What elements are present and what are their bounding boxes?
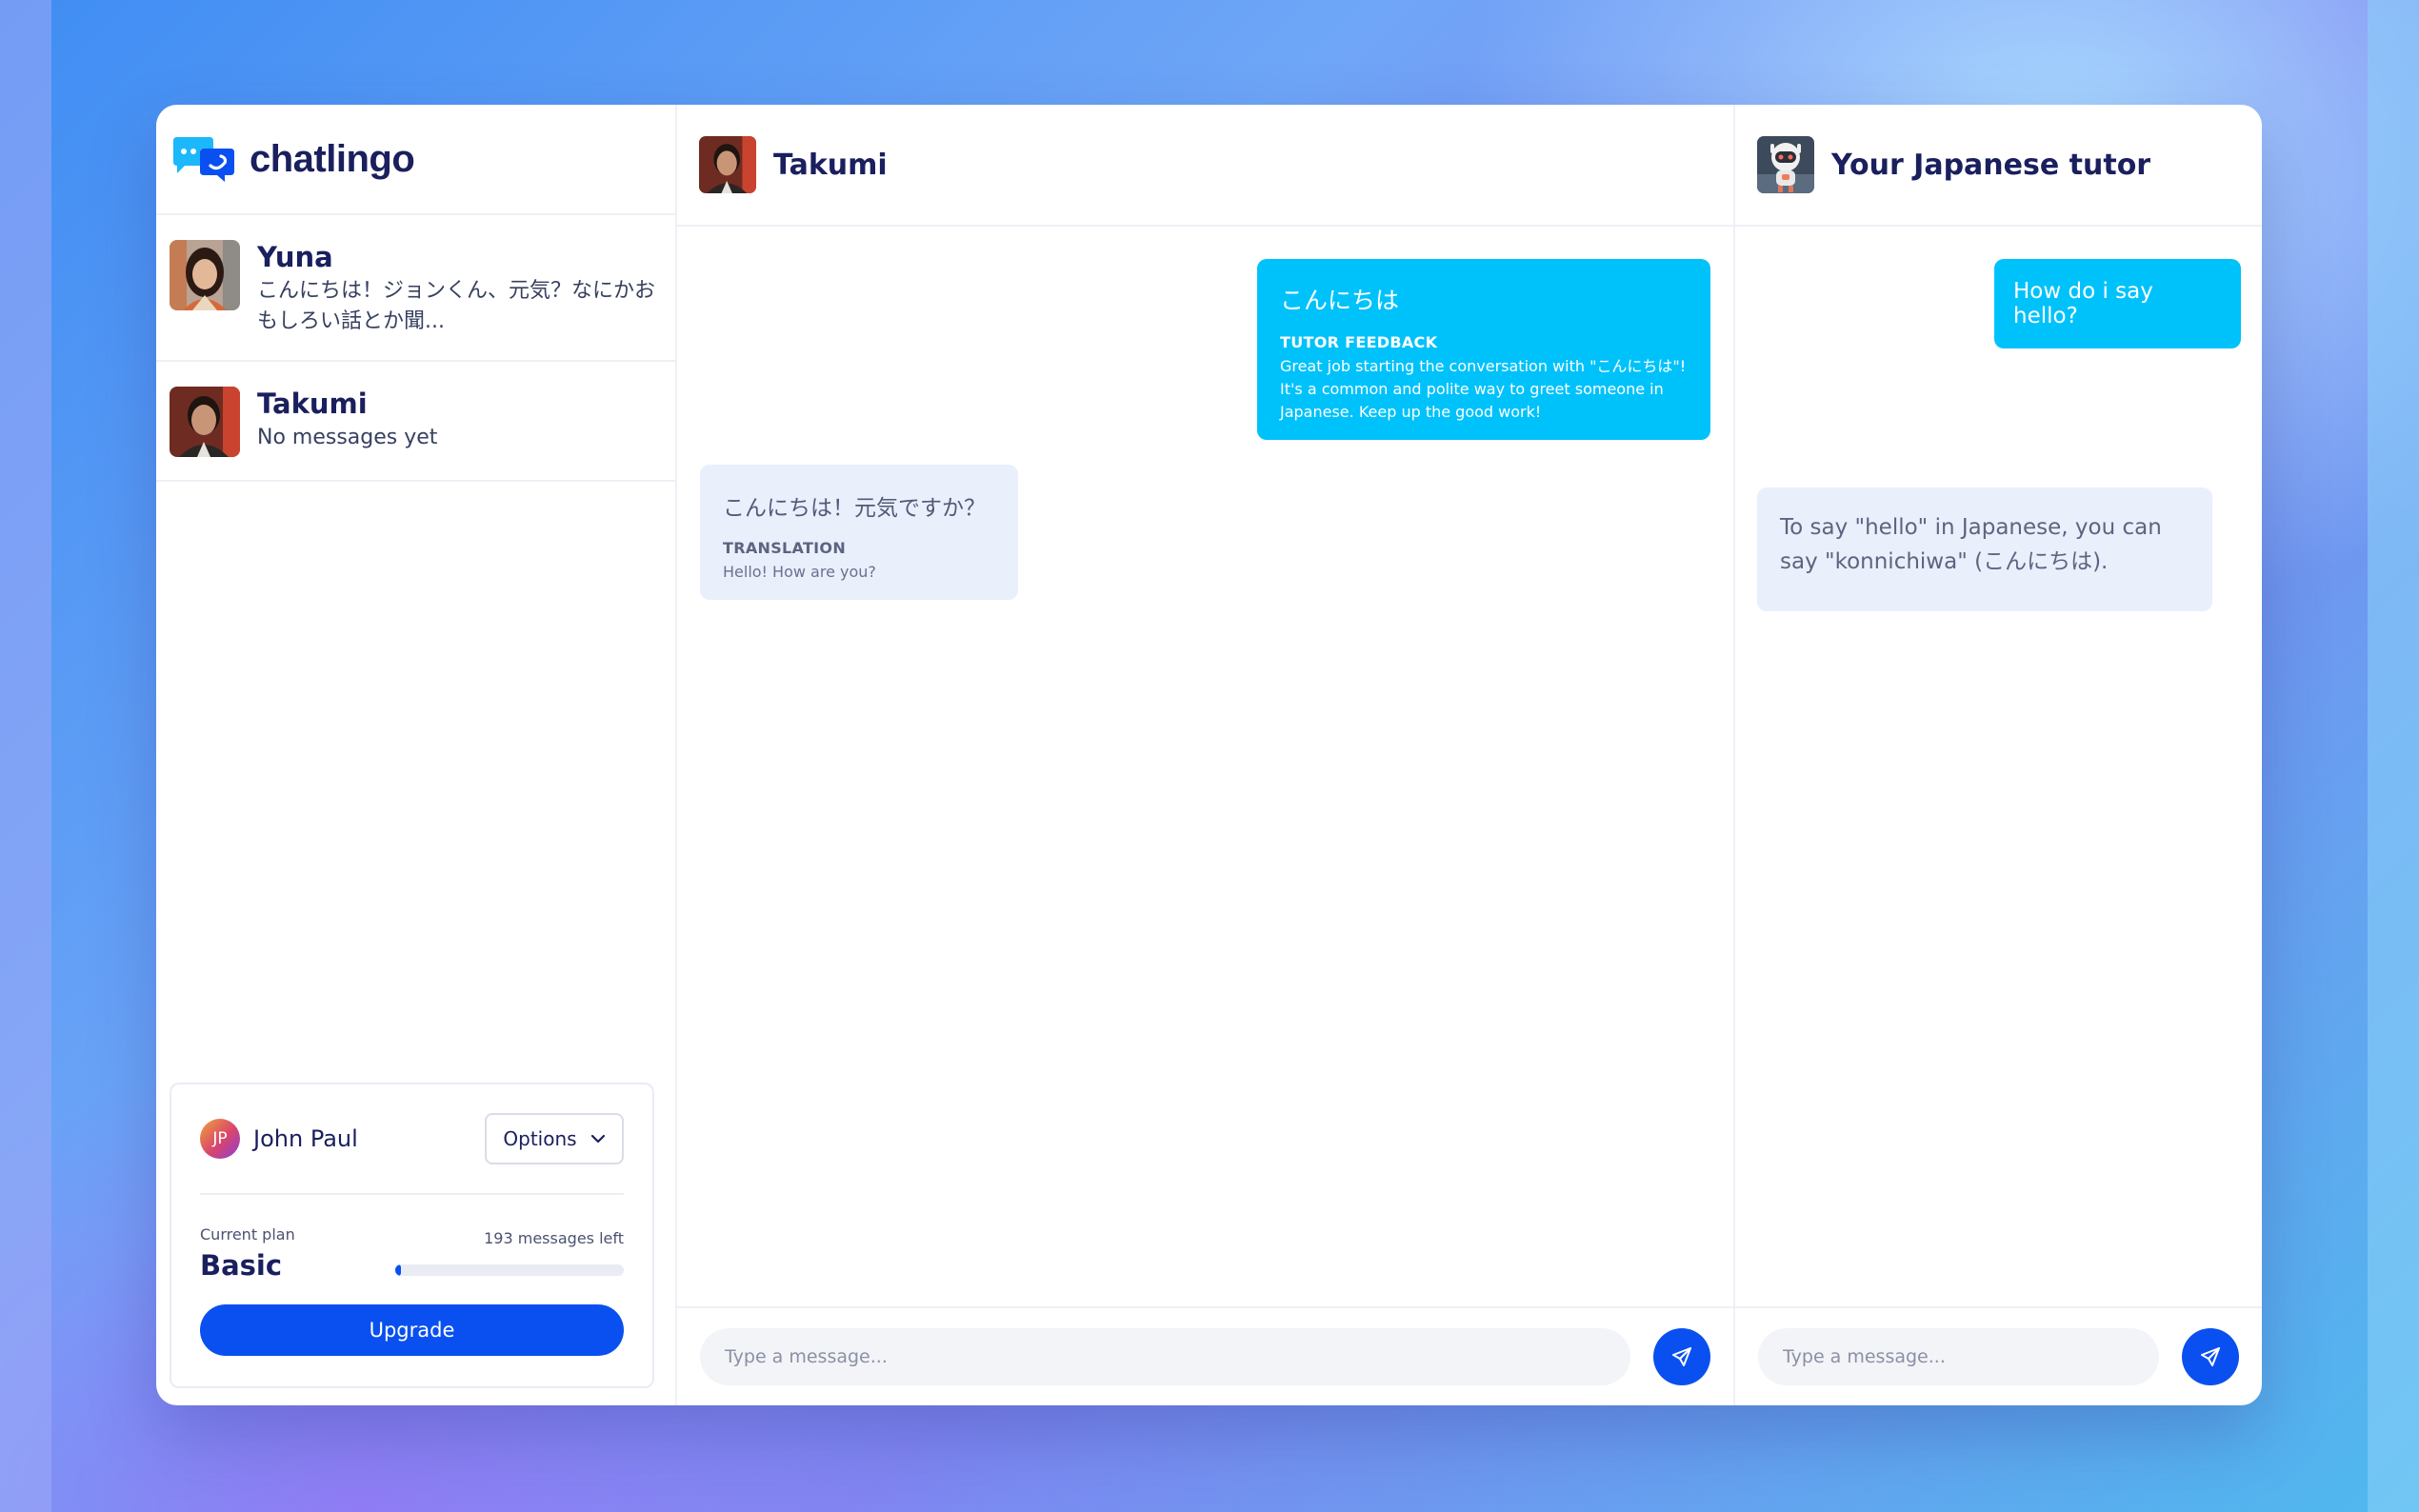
sidebar: chatlingo Yuna こんにちは！ジョンくん、元気？なにかおもしろい話と… bbox=[156, 105, 677, 1405]
tutor-header: Your Japanese tutor bbox=[1735, 105, 2262, 227]
conversation-composer bbox=[677, 1306, 1733, 1405]
brand-header: chatlingo bbox=[156, 105, 675, 215]
tutor-composer bbox=[1735, 1306, 2262, 1405]
tutor-avatar bbox=[1757, 136, 1814, 193]
usage-meter: 193 messages left bbox=[395, 1229, 624, 1282]
translation-label: TRANSLATION bbox=[723, 539, 847, 557]
feedback-text: Great job starting the conversation with… bbox=[1280, 357, 1687, 421]
options-label: Options bbox=[503, 1127, 577, 1150]
background-edge-right bbox=[2368, 0, 2419, 1512]
send-icon bbox=[1672, 1347, 1691, 1366]
contact-avatar-yuna bbox=[170, 240, 240, 310]
contact-preview: No messages yet bbox=[257, 426, 438, 449]
message-text: こんにちは bbox=[1280, 287, 1400, 314]
contact-avatar-takumi bbox=[170, 387, 240, 457]
tutor-panel: Your Japanese tutor How do i say hello? … bbox=[1735, 105, 2262, 1405]
chevron-down-icon bbox=[590, 1134, 605, 1144]
usage-fill bbox=[395, 1264, 401, 1276]
message-outgoing: こんにちは TUTOR FEEDBACK Great job starting … bbox=[1257, 259, 1710, 440]
tutor-title: Your Japanese tutor bbox=[1831, 148, 2151, 182]
divider bbox=[200, 1193, 624, 1195]
conversation-message-input[interactable] bbox=[700, 1328, 1630, 1385]
message-incoming: こんにちは！元気ですか？ TRANSLATION Hello! How are … bbox=[700, 465, 1018, 600]
message-text: こんにちは！元気ですか？ bbox=[723, 496, 986, 521]
tutor-send-button[interactable] bbox=[2182, 1328, 2239, 1385]
messages-left: 193 messages left bbox=[484, 1229, 624, 1247]
plan-name: Basic bbox=[200, 1249, 283, 1282]
send-icon bbox=[2201, 1347, 2220, 1366]
conversation-title: Takumi bbox=[773, 148, 888, 182]
account-card: JP John Paul Options Current plan Basic bbox=[170, 1083, 654, 1388]
contact-preview: こんにちは！ジョンくん、元気？なにかおもしろい話とか聞... bbox=[257, 279, 656, 333]
translation-text: Hello! How are you? bbox=[723, 563, 876, 581]
user-name: John Paul bbox=[253, 1125, 358, 1152]
upgrade-button[interactable]: Upgrade bbox=[200, 1304, 624, 1356]
tutor-messages: How do i say hello? To say "hello" in Ja… bbox=[1735, 227, 2262, 1306]
contact-item-yuna[interactable]: Yuna こんにちは！ジョンくん、元気？なにかおもしろい話とか聞... bbox=[156, 215, 675, 362]
plan-label: Current plan bbox=[200, 1225, 295, 1243]
message-outgoing: How do i say hello? bbox=[1994, 259, 2241, 348]
user-avatar: JP bbox=[200, 1119, 240, 1159]
background-edge-left bbox=[0, 0, 51, 1512]
contact-name: Yuna bbox=[257, 241, 333, 273]
conversation-panel: Takumi こんにちは TUTOR FEEDBACK Great job st… bbox=[677, 105, 1735, 1405]
brand-name: chatlingo bbox=[250, 137, 415, 180]
conversation-send-button[interactable] bbox=[1653, 1328, 1710, 1385]
app-window: chatlingo Yuna こんにちは！ジョンくん、元気？なにかおもしろい話と… bbox=[156, 105, 2262, 1405]
tutor-message-input[interactable] bbox=[1758, 1328, 2159, 1385]
contact-name: Takumi bbox=[257, 388, 368, 420]
account-user: JP John Paul bbox=[200, 1119, 358, 1159]
feedback-label: TUTOR FEEDBACK bbox=[1280, 333, 1438, 351]
conversation-messages: こんにちは TUTOR FEEDBACK Great job starting … bbox=[677, 227, 1733, 1306]
contact-item-takumi[interactable]: Takumi No messages yet bbox=[156, 362, 675, 482]
conversation-header: Takumi bbox=[677, 105, 1733, 227]
chat-bubbles-logo-icon bbox=[173, 137, 234, 182]
conversation-avatar bbox=[699, 136, 756, 193]
message-incoming: To say "hello" in Japanese, you can say … bbox=[1757, 487, 2212, 611]
usage-track bbox=[395, 1264, 624, 1276]
options-dropdown-button[interactable]: Options bbox=[485, 1113, 624, 1164]
